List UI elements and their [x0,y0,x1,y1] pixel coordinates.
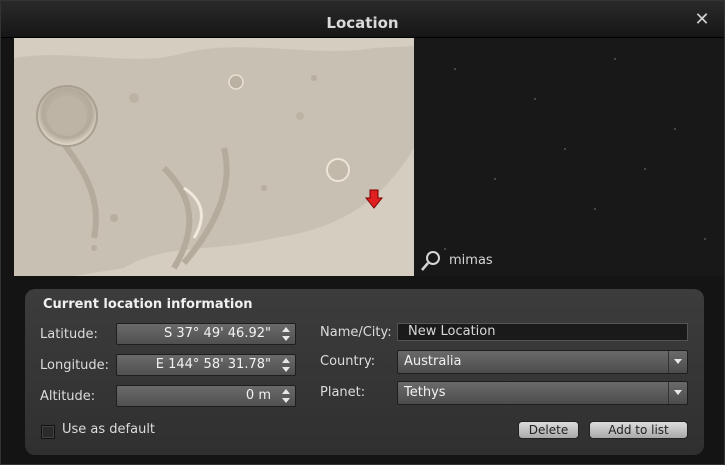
star [454,68,456,70]
planet-map[interactable] [14,38,414,276]
star [644,168,646,170]
spin-up-icon[interactable] [277,325,294,334]
altitude-field[interactable]: 0 m [116,385,296,407]
map-surface [14,38,414,276]
search-box[interactable]: mimas [419,249,539,273]
longitude-field[interactable]: E 144° 58' 31.78" [116,354,296,376]
longitude-spinner[interactable] [277,356,294,374]
spin-down-icon[interactable] [277,365,294,374]
longitude-value: E 144° 58' 31.78" [155,357,271,372]
name-city-input[interactable]: New Location [397,323,688,341]
search-input[interactable]: mimas [449,253,493,268]
star [564,148,566,150]
add-to-list-button[interactable]: Add to list [589,421,688,439]
spin-down-icon[interactable] [277,396,294,405]
country-select[interactable]: Australia [397,350,688,374]
planet-label: Planet: [320,385,366,400]
search-icon [421,251,440,271]
use-as-default-label[interactable]: Use as default [62,422,155,437]
title-bar[interactable]: Location ✕ [1,1,724,38]
planet-select[interactable]: Tethys [397,381,688,405]
latitude-spinner[interactable] [277,325,294,343]
spin-down-icon[interactable] [277,334,294,343]
spin-up-icon[interactable] [277,387,294,396]
star [494,178,496,180]
delete-button[interactable]: Delete [518,421,579,439]
section-title: Current location information [43,297,253,312]
location-marker-icon [365,189,383,209]
star [704,238,706,240]
window-title: Location [326,14,399,32]
altitude-value: 0 m [245,388,271,403]
altitude-label: Altitude: [40,389,96,404]
country-value: Australia [404,354,462,369]
longitude-label: Longitude: [40,358,110,373]
location-info-panel: Current location information Latitude: S… [25,289,704,455]
close-icon[interactable]: ✕ [694,11,710,29]
latitude-field[interactable]: S 37° 49' 46.92" [116,323,296,345]
chevron-down-icon[interactable] [668,351,687,373]
latitude-value: S 37° 49' 46.92" [163,326,271,341]
planet-value: Tethys [404,385,446,400]
starfield-background [414,38,724,276]
altitude-spinner[interactable] [277,387,294,405]
location-window: Location ✕ mimas Current location inform… [0,0,725,465]
use-as-default-checkbox[interactable] [41,425,55,439]
star [594,208,596,210]
spin-up-icon[interactable] [277,356,294,365]
star [534,98,536,100]
name-label: Name/City: [320,325,392,340]
latitude-label: Latitude: [40,327,98,342]
star [674,128,676,130]
chevron-down-icon[interactable] [668,382,687,404]
star [614,58,616,60]
country-label: Country: [320,354,376,369]
